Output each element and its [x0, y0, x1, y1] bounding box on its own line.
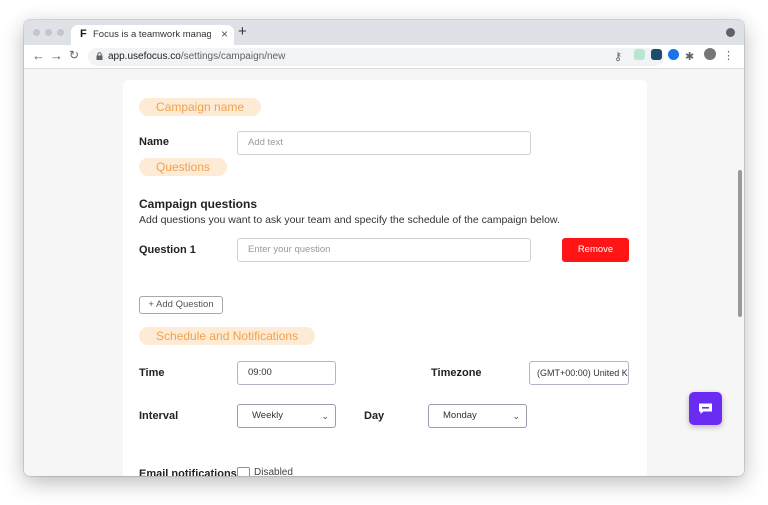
day-label: Day	[364, 410, 385, 422]
chat-widget-button[interactable]	[689, 392, 722, 425]
interval-select[interactable]: Weekly ⌄	[237, 404, 336, 428]
extensions-puzzle-icon[interactable]: ✱	[685, 50, 694, 63]
section-campaign-name: Campaign name	[139, 98, 262, 116]
interval-label: Interval	[139, 410, 179, 422]
campaign-questions-title: Campaign questions	[139, 197, 258, 211]
question-1-input[interactable]: Enter your question	[237, 238, 531, 262]
extension-icon-1[interactable]	[634, 49, 645, 60]
tab-title: Focus is a teamwork managem	[93, 29, 211, 40]
interval-value: Weekly	[252, 410, 283, 421]
reload-icon[interactable]: ↻	[69, 48, 79, 62]
focus-favicon-icon: F	[80, 28, 87, 40]
email-notifications-checkbox[interactable]	[237, 467, 250, 476]
chrome-account-icon[interactable]	[726, 28, 735, 37]
time-label: Time	[139, 367, 165, 379]
browser-tab[interactable]: F Focus is a teamwork managem ×	[71, 25, 234, 45]
extension-icon-3[interactable]	[668, 49, 679, 60]
minimize-window-dot[interactable]	[45, 29, 52, 36]
back-icon[interactable]: ←	[32, 48, 45, 63]
browser-toolbar: ← → ↻ app.usefocus.co/settings/campaign/…	[24, 45, 744, 69]
tab-bar: F Focus is a teamwork managem × +	[24, 20, 744, 45]
day-value: Monday	[443, 410, 477, 421]
name-label: Name	[139, 136, 169, 148]
profile-avatar-icon[interactable]	[704, 48, 716, 60]
maximize-window-dot[interactable]	[57, 29, 64, 36]
chevron-down-icon: ⌄	[512, 411, 520, 421]
email-notifications-status: Disabled	[254, 467, 293, 476]
browser-window: F Focus is a teamwork managem × + ← → ↻ …	[24, 20, 744, 476]
kebab-menu-icon[interactable]: ⋮	[723, 49, 734, 62]
campaign-form-card: Campaign name Name Add text Questions Ca…	[123, 80, 647, 476]
page-viewport: Campaign name Name Add text Questions Ca…	[24, 70, 744, 476]
chat-bubble-icon	[699, 403, 712, 414]
forward-icon[interactable]: →	[50, 48, 63, 63]
campaign-questions-description: Add questions you want to ask your team …	[139, 214, 560, 226]
close-window-dot[interactable]	[33, 29, 40, 36]
time-input[interactable]: 09:00	[237, 361, 336, 385]
url-path: /settings/campaign/new	[180, 51, 286, 62]
section-questions: Questions	[139, 158, 228, 176]
email-notifications-label: Email notifications	[139, 468, 237, 476]
remove-question-button[interactable]: Remove	[562, 238, 629, 262]
day-select[interactable]: Monday ⌄	[428, 404, 527, 428]
tab-close-icon[interactable]: ×	[221, 27, 228, 41]
url-text: app.usefocus.co/settings/campaign/new	[108, 51, 285, 62]
name-input[interactable]: Add text	[237, 131, 531, 155]
new-tab-icon[interactable]: +	[238, 23, 247, 40]
page-scrollbar[interactable]	[738, 170, 742, 317]
section-schedule: Schedule and Notifications	[139, 327, 316, 345]
url-host: app.usefocus.co	[108, 51, 181, 62]
timezone-label: Timezone	[431, 367, 482, 379]
address-bar[interactable]: app.usefocus.co/settings/campaign/new ⚷ …	[88, 48, 664, 66]
extension-icon-2[interactable]	[651, 49, 662, 60]
lock-icon	[96, 52, 103, 60]
key-icon[interactable]: ⚷	[614, 50, 622, 63]
question-1-label: Question 1	[139, 244, 196, 256]
timezone-select[interactable]: (GMT+00:00) United King	[529, 361, 629, 385]
add-question-button[interactable]: + Add Question	[139, 296, 223, 314]
chevron-down-icon: ⌄	[321, 411, 329, 421]
